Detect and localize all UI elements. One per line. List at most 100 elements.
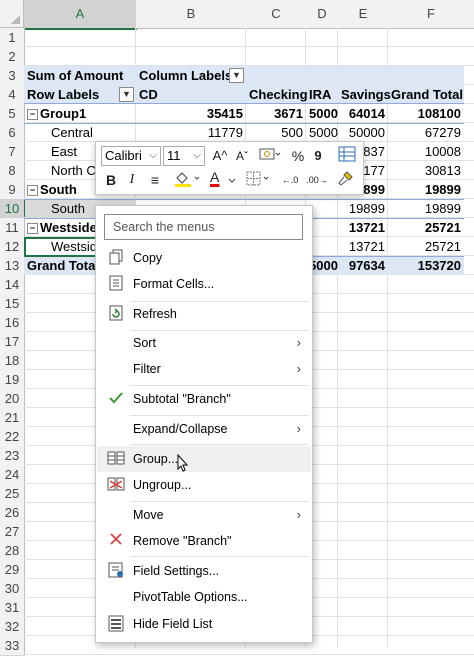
cell-a7[interactable]: East [48,142,80,161]
collapse-icon[interactable]: − [27,185,38,197]
comma-style-button[interactable]: 9 [310,146,326,166]
cell-a4[interactable]: Row Labels [24,85,102,104]
font-size-select[interactable]: 11 ⌵ [163,146,205,166]
cell-d4[interactable]: IRA [306,85,334,104]
menu-item-refresh[interactable]: Refresh [97,301,311,327]
cell-b4[interactable]: CD [136,85,161,104]
row-header[interactable]: 4 [0,85,25,105]
row-header[interactable]: 8 [0,161,25,181]
row-header[interactable]: 9 [0,180,25,200]
column-header-d[interactable]: D [306,0,339,29]
menu-item-group[interactable]: Group... [97,446,311,472]
row-header[interactable]: 10 [0,199,26,219]
row-header[interactable]: 31 [0,598,25,618]
collapse-icon[interactable]: − [27,223,38,235]
cell-e12[interactable]: 13721 [338,237,388,256]
column-header-c[interactable]: C [246,0,307,29]
row-header[interactable]: 22 [0,427,25,447]
format-as-table-button[interactable] [336,146,358,166]
italic-button[interactable]: I [123,170,141,190]
borders-button[interactable] [244,170,274,190]
menu-item-format-cells[interactable]: Format Cells... [97,271,311,297]
cell-e11[interactable]: 13721 [338,218,388,237]
cell-f11[interactable]: 25721 [388,218,464,237]
row-labels-filter-dropdown[interactable]: ▼ [119,87,134,102]
cell-f10[interactable]: 19899 [388,199,464,218]
row-header[interactable]: 26 [0,503,25,523]
column-header-f[interactable]: F [388,0,474,29]
cell-f4[interactable]: Grand Total [388,85,464,104]
row-header[interactable]: 2 [0,47,25,67]
menu-item-ungroup[interactable]: Ungroup... [97,472,311,498]
cell-a6[interactable]: Central [48,123,96,142]
menu-item-hide-field-list[interactable]: Hide Field List [97,611,311,637]
row-header[interactable]: 3 [0,66,25,86]
row-header[interactable]: 25 [0,484,25,504]
decrease-font-size-button[interactable]: Aˇ [232,146,252,166]
row-header[interactable]: 5 [0,104,25,124]
row-header[interactable]: 28 [0,541,25,561]
cell-f8[interactable]: 30813 [388,161,464,180]
font-name-select[interactable]: Calibri ⌵ [101,146,161,166]
font-color-button[interactable]: A [208,169,240,190]
cell-a9[interactable]: − South [24,180,80,199]
cell-b3[interactable]: Column Labels [136,66,235,85]
cell-d6[interactable]: 5000 [306,123,340,142]
column-labels-filter-dropdown[interactable]: ▼ [229,68,244,83]
cell-f6[interactable]: 67279 [388,123,464,142]
row-header[interactable]: 14 [0,275,25,295]
row-header[interactable]: 12 [0,237,25,257]
accounting-format-button[interactable] [256,146,284,166]
row-header[interactable]: 29 [0,560,25,580]
cell-d5[interactable]: 5000 [306,104,340,123]
format-painter-button[interactable] [334,170,356,190]
cell-f5[interactable]: 108100 [388,104,464,123]
menu-item-move[interactable]: Move › [97,502,311,528]
cell-c6[interactable]: 500 [246,123,306,142]
select-all-corner[interactable] [0,0,24,28]
row-header[interactable]: 33 [0,636,25,656]
collapse-icon[interactable]: − [27,109,38,121]
menu-item-sort[interactable]: Sort › [97,330,311,356]
cell-c5[interactable]: 3671 [246,104,306,123]
increase-font-size-button[interactable]: A^ [210,146,230,166]
menu-item-subtotal-branch[interactable]: Subtotal "Branch" [97,386,311,412]
row-header[interactable]: 30 [0,579,25,599]
column-header-e[interactable]: E [338,0,389,29]
cell-f7[interactable]: 10008 [388,142,464,161]
cell-b5[interactable]: 35415 [136,104,246,123]
cell-a13[interactable]: Grand Total [24,256,102,275]
bold-button[interactable]: B [101,170,121,190]
row-header[interactable]: 11 [0,218,25,238]
row-header[interactable]: 17 [0,332,25,352]
row-header[interactable]: 20 [0,389,25,409]
row-header[interactable]: 27 [0,522,25,542]
cell-e13[interactable]: 97634 [338,256,388,275]
cell-a12[interactable]: Westsid [48,237,100,256]
row-header[interactable]: 13 [0,256,25,276]
align-center-button[interactable]: ≡ [145,170,165,190]
decrease-decimal-button[interactable]: .00→ [304,170,330,190]
menu-item-remove-branch[interactable]: Remove "Branch" [97,528,311,554]
menu-item-filter[interactable]: Filter › [97,356,311,382]
cell-e10[interactable]: 19899 [338,199,388,218]
cell-f13[interactable]: 153720 [388,256,464,275]
cell-b6[interactable]: 11779 [136,123,246,142]
row-header[interactable]: 19 [0,370,25,390]
row-header[interactable]: 23 [0,446,25,466]
cell-a3[interactable]: Sum of Amount [24,66,126,85]
row-header[interactable]: 6 [0,123,25,143]
cell-f9[interactable]: 19899 [388,180,464,199]
menu-item-pivottable-options[interactable]: PivotTable Options... [97,584,311,610]
menu-item-field-settings[interactable]: Field Settings... [97,558,311,584]
column-header-a[interactable]: A [24,0,137,30]
row-header[interactable]: 7 [0,142,25,162]
menu-search-input[interactable] [104,214,303,240]
menu-item-copy[interactable]: Copy [97,245,311,271]
row-header[interactable]: 21 [0,408,25,428]
menu-item-expand-collapse[interactable]: Expand/Collapse › [97,416,311,442]
cell-a8[interactable]: North C [48,161,99,180]
cell-e6[interactable]: 50000 [338,123,388,142]
row-header[interactable]: 16 [0,313,25,333]
row-header[interactable]: 1 [0,28,25,48]
